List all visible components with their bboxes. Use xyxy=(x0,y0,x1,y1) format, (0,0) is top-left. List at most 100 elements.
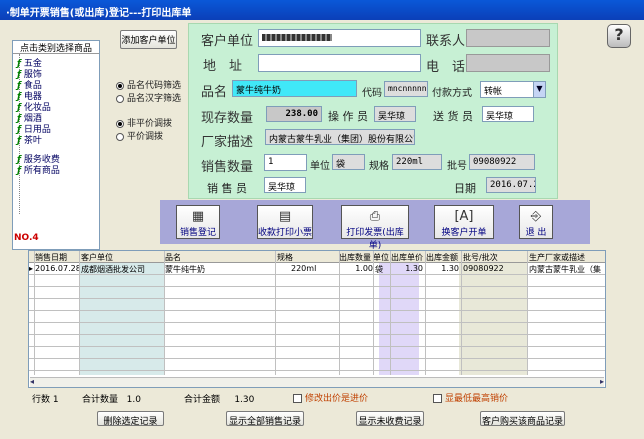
unit-value: 袋 xyxy=(332,154,365,170)
cell-date: 2016.07.28 xyxy=(35,264,79,273)
unit-label: 单位 xyxy=(310,161,330,172)
grid-line xyxy=(79,251,80,375)
table-row[interactable] xyxy=(29,335,605,347)
cell-amount: 1.30 xyxy=(441,264,459,273)
col-qty: 出库数量 xyxy=(339,253,371,262)
printer-icon: ⎙ xyxy=(369,209,381,224)
tree-item-chaye[interactable]: ƒ 茶叶 xyxy=(17,133,42,146)
cell-price: 1.30 xyxy=(405,264,423,273)
tree-item-fuwushoufei[interactable]: ƒ 服务收费 xyxy=(17,152,60,165)
tree-icon: ƒ xyxy=(17,166,21,176)
radio-icon xyxy=(116,132,124,141)
table-row[interactable] xyxy=(29,359,605,371)
grid-line xyxy=(275,251,276,375)
rows-count: 行数 1 xyxy=(32,392,59,405)
table-row[interactable] xyxy=(29,311,605,323)
tree-item-yanjiu[interactable]: ƒ 烟酒 xyxy=(17,111,42,124)
total-qty: 合计数量 1.0 xyxy=(82,392,141,405)
receipt-icon: ▤ xyxy=(278,209,292,224)
modify-price-label: 修改出价是进价 xyxy=(305,394,369,404)
radio-icon xyxy=(116,94,124,103)
table-row[interactable] xyxy=(29,299,605,311)
stock-label: 现存数量 xyxy=(201,111,254,126)
total-amount-value: 1.30 xyxy=(234,395,255,405)
phone-label: 电 话 xyxy=(426,60,466,75)
lowest-price-checkbox[interactable]: 显最低最高销价 xyxy=(433,391,508,404)
batch-label: 批号 xyxy=(447,161,467,172)
tree-item-all[interactable]: ƒ 所有商品 xyxy=(17,163,60,176)
payment-label: 付款方式 xyxy=(432,88,472,99)
address-input[interactable] xyxy=(258,54,421,72)
radio-non-avg-price[interactable]: 非平价调拨 xyxy=(116,116,178,129)
tree-item-riyongpin[interactable]: ƒ 日用品 xyxy=(17,122,51,135)
table-row[interactable] xyxy=(29,347,605,359)
phone-input[interactable] xyxy=(466,54,550,72)
seller-label: 销 售 员 xyxy=(207,182,247,195)
radio-icon xyxy=(116,81,124,90)
tree-item-dianqi[interactable]: ƒ 电器 xyxy=(17,89,42,102)
code-input[interactable]: mncnnnnn xyxy=(384,81,428,97)
table-row[interactable] xyxy=(29,275,605,287)
table-row[interactable] xyxy=(29,323,605,335)
radio-name-code[interactable]: 品名代码筛选 xyxy=(116,78,186,91)
customer-purchases-button[interactable]: 客户购买该商品记录 xyxy=(480,411,565,427)
show-unpaid-button[interactable]: 显示未收费记录 xyxy=(356,411,424,427)
switch-customer-button[interactable]: [A] 换客户开单 xyxy=(434,205,494,239)
delivery-label: 送 货 员 xyxy=(433,110,473,123)
show-all-records-button[interactable]: 显示全部销售记录 xyxy=(226,411,304,427)
print-ticket-button[interactable]: ▤ 收款打印小票 xyxy=(257,205,313,239)
manufacturer-label: 厂家描述 xyxy=(201,135,254,150)
tree-item-wujin[interactable]: ƒ 五金 xyxy=(17,56,42,69)
scroll-left-icon[interactable]: ◂ xyxy=(30,377,34,386)
checkbox-icon xyxy=(293,394,302,403)
delete-record-button[interactable]: 删除选定记录 xyxy=(97,411,164,427)
radio-icon xyxy=(116,119,124,128)
qty-input[interactable]: 1 xyxy=(264,154,307,171)
cell-product: 蒙牛纯牛奶 xyxy=(165,265,205,274)
stock-value: 238.00 xyxy=(266,106,322,122)
col-amount: 出库金额 xyxy=(426,253,458,262)
delivery-input[interactable]: 吴华琼 xyxy=(482,106,534,122)
total-qty-label: 合计数量 xyxy=(82,395,119,405)
product-input[interactable]: 蒙牛纯牛奶 xyxy=(232,80,357,97)
total-amount-label: 合计金额 xyxy=(184,395,221,405)
table-row[interactable]: ▸ 2016.07.28 成都烟酒批发公司 蒙牛纯牛奶 220ml 1.00 袋… xyxy=(29,263,605,275)
help-icon[interactable]: ? xyxy=(607,24,631,48)
radio-avg-price[interactable]: 平价调拨 xyxy=(116,129,178,142)
contact-input[interactable] xyxy=(466,29,550,47)
date-label: 日期 xyxy=(454,182,476,195)
col-spec: 规格 xyxy=(277,253,293,262)
switch-icon: [A] xyxy=(454,209,474,224)
sales-register-button[interactable]: ▦ 销售登记 xyxy=(176,205,220,239)
tree-item-fushi[interactable]: ƒ 服饰 xyxy=(17,67,42,80)
operator-value: 吴华琼 xyxy=(374,106,416,122)
add-customer-button[interactable]: 添加客户单位 xyxy=(120,30,177,49)
manufacturer-value: 内蒙古蒙牛乳业（集团）股份有限公司 xyxy=(265,129,415,145)
radio-name-chinese[interactable]: 品名汉字筛选 xyxy=(116,91,186,104)
seller-input[interactable]: 吴华琼 xyxy=(264,177,306,193)
grid-line xyxy=(390,251,391,375)
row-pointer-icon: ▸ xyxy=(29,264,34,273)
tree-item-huazhuangpin[interactable]: ƒ 化妆品 xyxy=(17,100,51,113)
scroll-right-icon[interactable]: ▸ xyxy=(600,377,604,386)
grid-header: 销售日期 客户单位 品名 规格 出库数量 单位 出库单价 出库金额 批号/批次 … xyxy=(29,251,605,263)
filter-radio-group: 品名代码筛选 品名汉字筛选 xyxy=(116,78,186,108)
rows-label: 行数 xyxy=(32,395,51,405)
cell-qty: 1.00 xyxy=(355,264,373,273)
chevron-down-icon[interactable]: ▼ xyxy=(533,82,545,97)
horizontal-scrollbar[interactable]: ◂ ▸ xyxy=(30,377,604,387)
tree-item-shipin[interactable]: ƒ 食品 xyxy=(17,78,42,91)
table-row[interactable] xyxy=(29,287,605,299)
print-invoice-button[interactable]: ⎙ 打印发票(出库单) xyxy=(341,205,409,251)
grid-line xyxy=(461,251,462,375)
date-value: 2016.07.28 xyxy=(486,177,536,193)
register-icon: ▦ xyxy=(191,209,205,224)
customer-label: 客户单位 xyxy=(201,34,254,49)
modify-price-checkbox[interactable]: 修改出价是进价 xyxy=(293,391,368,404)
category-tree[interactable]: 点击类别选择商品 ƒ 五金 ƒ 服饰 ƒ 食品 ƒ 电器 ƒ 化妆品 ƒ 烟酒 ƒ 日用品 ƒ… xyxy=(12,40,100,250)
batch-value: 09080922 xyxy=(469,154,535,170)
cell-unit: 袋 xyxy=(375,265,383,274)
sales-grid[interactable]: 销售日期 客户单位 品名 规格 出库数量 单位 出库单价 出库金额 批号/批次 … xyxy=(28,250,606,388)
address-label: 地 址 xyxy=(203,59,243,74)
exit-button[interactable]: ⎆ 退 出 xyxy=(519,205,553,239)
